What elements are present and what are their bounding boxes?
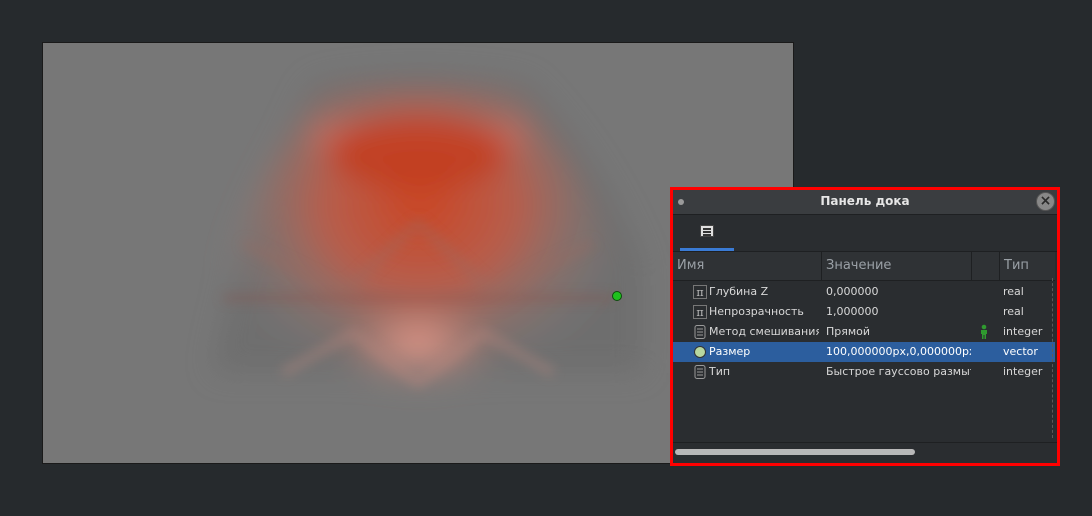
dock-tabbar — [673, 215, 1057, 252]
column-divider — [1052, 278, 1054, 438]
param-name: Тип — [709, 365, 731, 378]
dock-inner: Панель дока × Имя Значение Тип π Глубина … — [673, 190, 1057, 463]
param-value[interactable]: 100,000000px,0,000000px — [826, 342, 971, 362]
tab-active-indicator — [680, 248, 734, 251]
param-name: Метод смешивания — [709, 325, 819, 338]
param-value[interactable]: 1,000000 — [826, 302, 971, 322]
param-type: vector — [1003, 345, 1038, 358]
param-value[interactable]: Прямой — [826, 322, 971, 342]
table-row[interactable]: Метод смешивания Прямой integer — [673, 322, 1055, 342]
parameters-panel-icon — [700, 225, 714, 237]
horizontal-scrollbar[interactable] — [673, 442, 1057, 463]
dock-title: Панель дока — [820, 194, 910, 208]
vector-handle[interactable] — [612, 291, 622, 301]
column-header-value[interactable]: Значение — [822, 252, 972, 280]
param-type: integer — [1003, 365, 1043, 378]
param-value[interactable]: 0,000000 — [826, 282, 971, 302]
dock-titlebar[interactable]: Панель дока × — [673, 190, 1057, 215]
param-type: integer — [1003, 325, 1043, 338]
table-row[interactable]: Размер 100,000000px,0,000000px vector — [673, 342, 1055, 362]
tab-parameters[interactable] — [680, 215, 734, 251]
param-type: real — [1003, 305, 1024, 318]
params-table: Имя Значение Тип π Глубина Z 0,000000 real π… — [673, 252, 1055, 444]
table-row[interactable]: π Глубина Z 0,000000 real — [673, 282, 1055, 302]
column-header-extra[interactable] — [972, 252, 1000, 280]
table-row[interactable]: Тип Быстрое гауссово размытие integer — [673, 362, 1055, 382]
scrollbar-thumb[interactable] — [675, 449, 915, 455]
table-row[interactable]: π Непрозрачность 1,000000 real — [673, 302, 1055, 322]
column-header-name[interactable]: Имя — [673, 252, 822, 280]
param-name: Глубина Z — [709, 285, 769, 298]
param-name: Непрозрачность — [709, 305, 804, 318]
dock-panel: Панель дока × Имя Значение Тип π Глубина … — [670, 187, 1060, 466]
param-value[interactable]: Быстрое гауссово размытие — [826, 362, 971, 382]
static-figure-icon[interactable] — [977, 322, 993, 342]
param-name: Размер — [709, 345, 751, 358]
close-icon[interactable]: × — [1036, 192, 1055, 211]
column-header-type[interactable]: Тип — [1000, 252, 1056, 280]
svg-text:π: π — [696, 286, 703, 299]
svg-text:π: π — [696, 306, 703, 319]
table-header: Имя Значение Тип — [673, 252, 1055, 281]
param-type: real — [1003, 285, 1024, 298]
